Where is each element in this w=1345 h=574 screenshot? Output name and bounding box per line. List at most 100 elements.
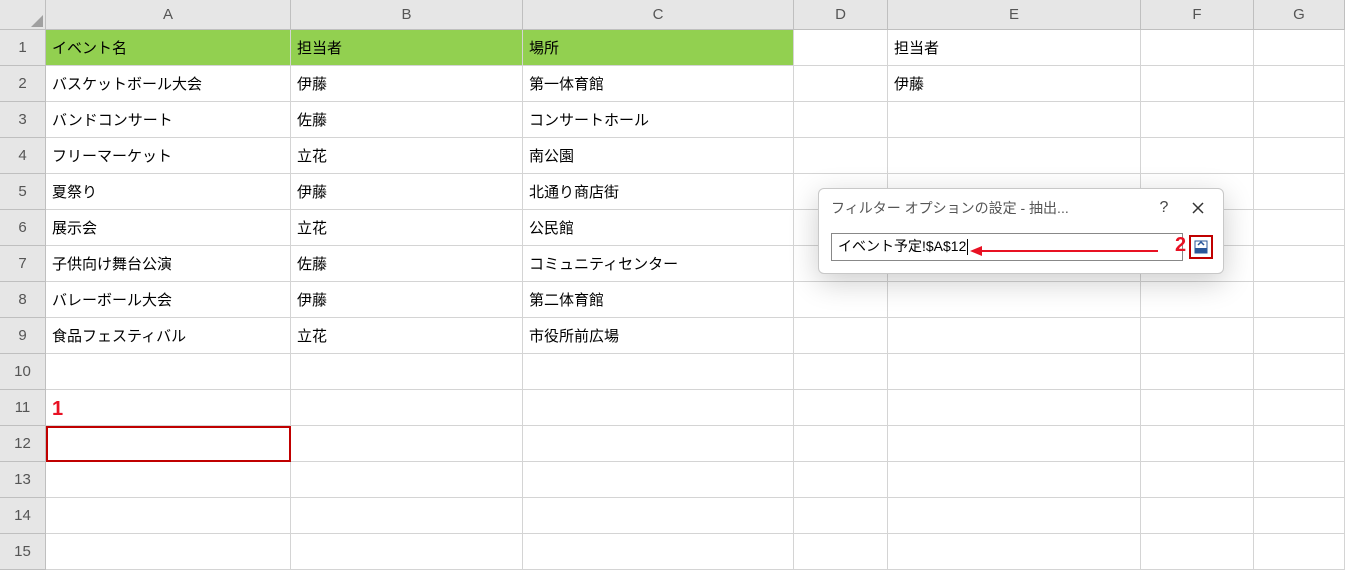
cell[interactable] <box>1141 390 1254 426</box>
expand-dialog-button[interactable] <box>1189 235 1213 259</box>
cell[interactable] <box>1141 30 1254 66</box>
cell[interactable]: 公民館 <box>523 210 794 246</box>
cell[interactable] <box>888 390 1141 426</box>
cell[interactable]: 担当者 <box>291 30 523 66</box>
cell[interactable] <box>888 354 1141 390</box>
cell[interactable] <box>291 354 523 390</box>
column-header-A[interactable]: A <box>46 0 291 30</box>
column-header-D[interactable]: D <box>794 0 888 30</box>
cell[interactable] <box>1141 138 1254 174</box>
cell[interactable]: 南公園 <box>523 138 794 174</box>
row-header-11[interactable]: 11 <box>0 390 46 426</box>
cell[interactable]: 第二体育館 <box>523 282 794 318</box>
cell[interactable] <box>1254 66 1345 102</box>
cell[interactable]: バスケットボール大会 <box>46 66 291 102</box>
cell[interactable]: 立花 <box>291 138 523 174</box>
column-header-B[interactable]: B <box>291 0 523 30</box>
cell[interactable] <box>794 282 888 318</box>
cell[interactable] <box>523 462 794 498</box>
cell[interactable] <box>1141 318 1254 354</box>
cell[interactable] <box>794 534 888 570</box>
cell[interactable] <box>1141 462 1254 498</box>
cell[interactable]: 佐藤 <box>291 246 523 282</box>
cell[interactable] <box>888 282 1141 318</box>
cell[interactable]: 伊藤 <box>888 66 1141 102</box>
cell[interactable]: 伊藤 <box>291 282 523 318</box>
cell[interactable] <box>888 102 1141 138</box>
column-header-C[interactable]: C <box>523 0 794 30</box>
cell[interactable] <box>1141 282 1254 318</box>
cell[interactable]: 伊藤 <box>291 174 523 210</box>
cell[interactable] <box>291 498 523 534</box>
cell[interactable] <box>888 426 1141 462</box>
cell[interactable] <box>1141 66 1254 102</box>
cell[interactable] <box>523 426 794 462</box>
cell[interactable] <box>46 390 291 426</box>
cell[interactable] <box>1254 282 1345 318</box>
column-header-G[interactable]: G <box>1254 0 1345 30</box>
row-header-3[interactable]: 3 <box>0 102 46 138</box>
cell[interactable] <box>1254 30 1345 66</box>
cell[interactable]: イベント名 <box>46 30 291 66</box>
cell[interactable] <box>794 462 888 498</box>
cell[interactable] <box>1254 390 1345 426</box>
cell[interactable]: 担当者 <box>888 30 1141 66</box>
cell[interactable]: 伊藤 <box>291 66 523 102</box>
cell[interactable] <box>291 534 523 570</box>
cell[interactable]: 佐藤 <box>291 102 523 138</box>
cell[interactable] <box>1254 210 1345 246</box>
cell[interactable] <box>794 30 888 66</box>
cell[interactable]: 子供向け舞台公演 <box>46 246 291 282</box>
cell[interactable] <box>794 498 888 534</box>
cell[interactable] <box>1254 246 1345 282</box>
row-header-4[interactable]: 4 <box>0 138 46 174</box>
cell[interactable]: フリーマーケット <box>46 138 291 174</box>
select-all-corner[interactable] <box>0 0 46 30</box>
row-header-10[interactable]: 10 <box>0 354 46 390</box>
row-header-1[interactable]: 1 <box>0 30 46 66</box>
cell[interactable]: 食品フェスティバル <box>46 318 291 354</box>
cell[interactable]: コンサートホール <box>523 102 794 138</box>
cell[interactable] <box>888 318 1141 354</box>
cell[interactable] <box>794 390 888 426</box>
cell[interactable] <box>888 462 1141 498</box>
spreadsheet-grid[interactable]: イベント名担当者場所担当者バスケットボール大会伊藤第一体育館伊藤バンドコンサート… <box>46 30 1345 570</box>
row-header-14[interactable]: 14 <box>0 498 46 534</box>
row-header-2[interactable]: 2 <box>0 66 46 102</box>
dialog-titlebar[interactable]: フィルター オプションの設定 - 抽出... ? <box>819 189 1223 227</box>
cell[interactable] <box>1254 102 1345 138</box>
column-header-F[interactable]: F <box>1141 0 1254 30</box>
cell[interactable] <box>1254 498 1345 534</box>
cell[interactable] <box>1254 318 1345 354</box>
cell[interactable] <box>1141 102 1254 138</box>
row-header-7[interactable]: 7 <box>0 246 46 282</box>
cell[interactable] <box>46 498 291 534</box>
cell[interactable] <box>523 354 794 390</box>
cell[interactable] <box>794 138 888 174</box>
cell[interactable] <box>291 390 523 426</box>
row-header-15[interactable]: 15 <box>0 534 46 570</box>
column-header-E[interactable]: E <box>888 0 1141 30</box>
cell[interactable] <box>794 426 888 462</box>
cell[interactable]: 夏祭り <box>46 174 291 210</box>
cell[interactable] <box>523 534 794 570</box>
help-button[interactable]: ? <box>1147 193 1181 223</box>
row-header-9[interactable]: 9 <box>0 318 46 354</box>
cell[interactable] <box>888 534 1141 570</box>
cell[interactable]: バレーボール大会 <box>46 282 291 318</box>
cell[interactable] <box>794 102 888 138</box>
cell[interactable]: バンドコンサート <box>46 102 291 138</box>
cell[interactable] <box>1141 534 1254 570</box>
cell[interactable] <box>888 138 1141 174</box>
cell[interactable]: 立花 <box>291 210 523 246</box>
cell[interactable] <box>291 426 523 462</box>
cell[interactable] <box>794 354 888 390</box>
cell[interactable] <box>1141 354 1254 390</box>
cell[interactable] <box>888 498 1141 534</box>
row-header-13[interactable]: 13 <box>0 462 46 498</box>
cell[interactable] <box>1254 462 1345 498</box>
row-header-8[interactable]: 8 <box>0 282 46 318</box>
cell[interactable]: 場所 <box>523 30 794 66</box>
cell[interactable] <box>523 390 794 426</box>
cell[interactable] <box>1254 354 1345 390</box>
